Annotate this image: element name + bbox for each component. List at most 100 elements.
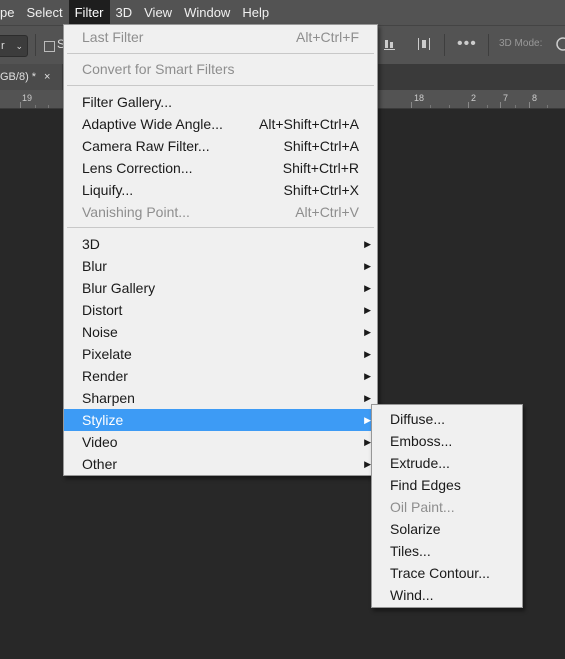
menu-divider [67, 85, 374, 86]
submenu-item-oil-paint[interactable]: Oil Paint... [372, 496, 522, 518]
submenu-item-emboss[interactable]: Emboss... [372, 430, 522, 452]
ruler-tick [487, 105, 488, 108]
menu-item-label: Tiles... [390, 543, 431, 559]
submenu-arrow-icon: ▶ [364, 415, 371, 425]
ruler-label: 8 [532, 93, 538, 103]
menu-item-render[interactable]: Render ▶ [64, 365, 377, 387]
align-bottom-icon[interactable] [383, 37, 397, 54]
sample-checkbox[interactable] [44, 41, 55, 52]
menu-item-stylize[interactable]: Stylize ▶ [64, 409, 377, 431]
submenu-arrow-icon: ▶ [364, 305, 371, 315]
submenu-arrow-icon: ▶ [364, 327, 371, 337]
submenu-item-diffuse[interactable]: Diffuse... [372, 408, 522, 430]
ruler-tick [48, 105, 49, 108]
menu-item-label: Adaptive Wide Angle... [82, 116, 223, 132]
menu-item-label: Emboss... [390, 433, 453, 449]
menu-item-shortcut: Alt+Shift+Ctrl+A [259, 116, 359, 132]
document-tab-title: GB/8) * [0, 71, 37, 83]
chevron-down-icon: ⌄ [15, 41, 23, 51]
menu-item-label: Blur [82, 258, 107, 274]
3d-rotate-icon[interactable] [555, 36, 565, 55]
ruler-tick [20, 102, 21, 108]
menu-item-sharpen[interactable]: Sharpen ▶ [64, 387, 377, 409]
menu-item-label: Noise [82, 324, 118, 340]
stylize-submenu: Diffuse... Emboss... Extrude... Find Edg… [371, 404, 523, 608]
mode-dropdown[interactable]: r ⌄ [0, 35, 28, 57]
menu-bar: pe Select Filter 3D View Window Help [0, 0, 565, 25]
menu-item-adaptive-wide-angle[interactable]: Adaptive Wide Angle... Alt+Shift+Ctrl+A [64, 113, 377, 135]
menu-item-vanishing-point[interactable]: Vanishing Point... Alt+Ctrl+V [64, 201, 377, 223]
ruler-tick [411, 102, 412, 108]
submenu-item-extrude[interactable]: Extrude... [372, 452, 522, 474]
menu-view[interactable]: View [138, 0, 178, 25]
menu-item-label: Stylize [82, 412, 124, 428]
document-tab[interactable]: GB/8) * × [0, 64, 62, 90]
menu-item-label: Other [82, 456, 118, 472]
menu-select[interactable]: Select [20, 0, 68, 25]
menu-item-lens-correction[interactable]: Lens Correction... Shift+Ctrl+R [64, 157, 377, 179]
menu-item-distort[interactable]: Distort ▶ [64, 299, 377, 321]
menu-divider [67, 53, 374, 54]
ruler-label: 18 [414, 93, 425, 103]
menu-item-shortcut: Alt+Ctrl+V [295, 204, 359, 220]
menu-item-label: Render [82, 368, 128, 384]
submenu-arrow-icon: ▶ [364, 393, 371, 403]
submenu-item-find-edges[interactable]: Find Edges [372, 474, 522, 496]
menu-item-blur-gallery[interactable]: Blur Gallery ▶ [64, 277, 377, 299]
menu-item-label: Wind... [390, 587, 434, 603]
submenu-item-trace-contour[interactable]: Trace Contour... [372, 562, 522, 584]
menu-3d[interactable]: 3D [110, 0, 139, 25]
ruler-tick [449, 105, 450, 108]
menu-item-noise[interactable]: Noise ▶ [64, 321, 377, 343]
ruler-tick [515, 105, 516, 108]
menu-item-shortcut: Shift+Ctrl+A [283, 138, 359, 154]
menu-item-liquify[interactable]: Liquify... Shift+Ctrl+X [64, 179, 377, 201]
menu-item-label: Solarize [390, 521, 441, 537]
submenu-arrow-icon: ▶ [364, 459, 371, 469]
menu-item-label: Distort [82, 302, 123, 318]
close-icon[interactable]: × [44, 64, 50, 90]
menu-item-label: Extrude... [390, 455, 450, 471]
options-divider [488, 34, 489, 56]
ruler-tick [430, 105, 431, 108]
menu-item-label: Filter Gallery... [82, 94, 172, 110]
submenu-arrow-icon: ▶ [364, 371, 371, 381]
ruler-tick [529, 102, 530, 108]
menu-item-filter-gallery[interactable]: Filter Gallery... [64, 91, 377, 113]
menu-item-pixelate[interactable]: Pixelate ▶ [64, 343, 377, 365]
menu-item-other[interactable]: Other ▶ [64, 453, 377, 475]
3d-mode-label: 3D Mode: [499, 38, 543, 49]
menu-item-shortcut: Alt+Ctrl+F [295, 29, 359, 45]
menu-item-last-filter[interactable]: Last Filter Alt+Ctrl+F [64, 26, 377, 48]
menu-item-label: Video [82, 434, 118, 450]
menu-item-label: Lens Correction... [82, 160, 193, 176]
menu-item-label: Oil Paint... [390, 499, 455, 515]
more-options-icon[interactable]: ••• [457, 35, 477, 53]
submenu-arrow-icon: ▶ [364, 283, 371, 293]
submenu-item-tiles[interactable]: Tiles... [372, 540, 522, 562]
menu-item-label: Diffuse... [390, 411, 445, 427]
menu-item-convert-smart-filters[interactable]: Convert for Smart Filters [64, 58, 377, 80]
menu-window[interactable]: Window [178, 0, 236, 25]
menu-help[interactable]: Help [236, 0, 275, 25]
menu-filter[interactable]: Filter [68, 0, 110, 25]
menu-type[interactable]: pe [0, 0, 20, 25]
menu-item-3d[interactable]: 3D ▶ [64, 233, 377, 255]
ruler-label: 2 [471, 93, 477, 103]
ruler-label: 7 [503, 93, 509, 103]
distribute-icon[interactable] [417, 37, 431, 54]
submenu-arrow-icon: ▶ [364, 261, 371, 271]
submenu-item-solarize[interactable]: Solarize [372, 518, 522, 540]
menu-item-video[interactable]: Video ▶ [64, 431, 377, 453]
menu-item-label: Camera Raw Filter... [82, 138, 210, 154]
menu-item-label: Trace Contour... [390, 565, 490, 581]
menu-item-camera-raw-filter[interactable]: Camera Raw Filter... Shift+Ctrl+A [64, 135, 377, 157]
ruler-tick [547, 105, 548, 108]
menu-item-blur[interactable]: Blur ▶ [64, 255, 377, 277]
filter-menu: Last Filter Alt+Ctrl+F Convert for Smart… [63, 24, 378, 476]
options-divider [444, 34, 445, 56]
ruler-tick [35, 105, 36, 108]
menu-item-label: Find Edges [390, 477, 461, 493]
submenu-item-wind[interactable]: Wind... [372, 584, 522, 606]
menu-item-label: Blur Gallery [82, 280, 156, 296]
